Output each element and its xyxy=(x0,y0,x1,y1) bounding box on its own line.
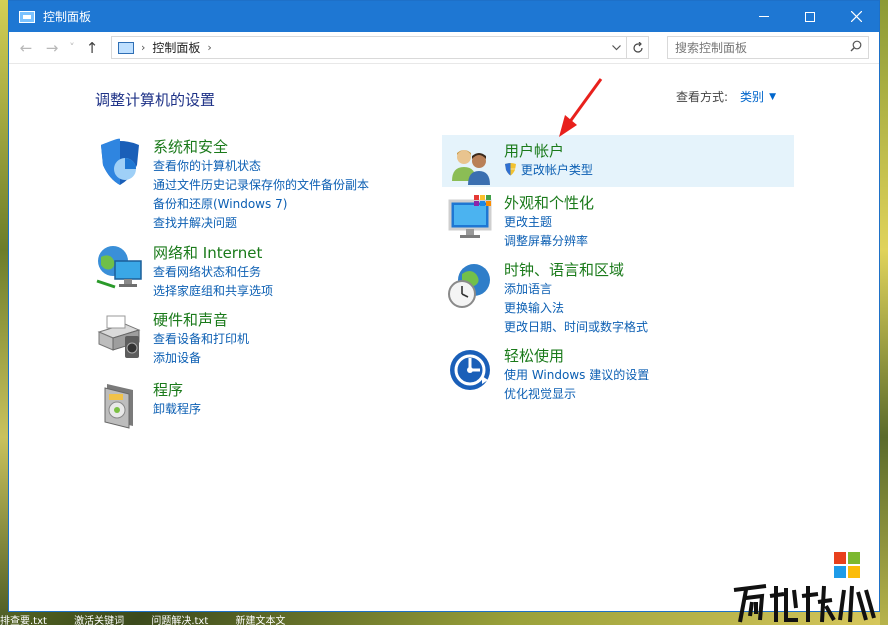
link-screen-resolution[interactable]: 调整屏幕分辨率 xyxy=(504,232,594,251)
category-title-hardware[interactable]: 硬件和声音 xyxy=(153,310,249,330)
up-button[interactable]: ↑ xyxy=(79,39,105,57)
ylmf-watermark-logo xyxy=(733,552,876,623)
control-panel-icon xyxy=(19,10,35,23)
search-icon[interactable] xyxy=(850,40,862,52)
refresh-icon xyxy=(632,41,643,53)
link-backup-restore[interactable]: 备份和还原(Windows 7) xyxy=(153,195,369,214)
view-by-control: 查看方式: 类别 ▼ xyxy=(676,88,776,105)
link-optimize-visual-display[interactable]: 优化视觉显示 xyxy=(504,385,649,404)
caret-down-icon[interactable]: ▼ xyxy=(769,92,776,102)
desktop-shortcut-label[interactable]: 激活关键词 xyxy=(74,616,124,625)
address-bar[interactable]: › 控制面板 › xyxy=(111,36,649,59)
link-troubleshoot[interactable]: 查找并解决问题 xyxy=(153,214,369,233)
category-title-network[interactable]: 网络和 Internet xyxy=(153,243,273,263)
category-appearance: 外观和个性化 更改主题 调整屏幕分辨率 xyxy=(446,193,594,251)
view-by-dropdown[interactable]: 类别 xyxy=(740,88,764,105)
category-ease-of-access: 轻松使用 使用 Windows 建议的设置 优化视觉显示 xyxy=(446,346,649,404)
category-title-system-security[interactable]: 系统和安全 xyxy=(153,137,369,157)
desktop-wallpaper-right xyxy=(880,0,888,625)
link-change-theme[interactable]: 更改主题 xyxy=(504,213,594,232)
link-file-history-backup[interactable]: 通过文件历史记录保存你的文件备份副本 xyxy=(153,176,369,195)
category-programs: 程序 卸载程序 xyxy=(95,380,201,430)
link-add-device[interactable]: 添加设备 xyxy=(153,349,249,368)
window-controls xyxy=(741,1,879,32)
maximize-button[interactable] xyxy=(787,1,833,32)
shield-icon[interactable] xyxy=(95,137,145,187)
control-panel-icon xyxy=(118,41,134,54)
category-title-appearance[interactable]: 外观和个性化 xyxy=(504,193,594,213)
link-date-time-format[interactable]: 更改日期、时间或数字格式 xyxy=(504,318,648,337)
programs-icon[interactable] xyxy=(95,380,145,430)
uac-shield-icon xyxy=(505,163,516,176)
desktop-shortcut-label[interactable]: 排查要.txt xyxy=(0,616,47,625)
category-network-internet: 网络和 Internet 查看网络状态和任务 选择家庭组和共享选项 xyxy=(95,243,273,301)
chevron-down-icon xyxy=(611,44,621,50)
category-system-security: 系统和安全 查看你的计算机状态 通过文件历史记录保存你的文件备份副本 备份和还原… xyxy=(95,137,369,233)
maximize-icon xyxy=(805,11,815,22)
category-title-user-accounts[interactable]: 用户帐户 xyxy=(504,141,593,161)
back-button[interactable]: ← xyxy=(13,39,39,57)
category-title-clock-language[interactable]: 时钟、语言和区域 xyxy=(504,260,648,280)
control-panel-window: 控制面板 ← → ˅ ↑ › 控制面板 › 搜索控制面板 调整计算机的设置 查看… xyxy=(8,0,880,612)
chevron-right-icon: › xyxy=(141,41,146,54)
ease-of-access-icon[interactable] xyxy=(446,346,496,396)
address-dropdown-button[interactable] xyxy=(606,37,626,58)
link-recommended-settings[interactable]: 使用 Windows 建议的设置 xyxy=(504,366,649,385)
view-by-label: 查看方式: xyxy=(676,90,729,104)
category-user-accounts: 用户帐户 更改帐户类型 xyxy=(446,141,593,191)
clock-globe-icon[interactable] xyxy=(446,260,496,310)
category-title-ease-of-access[interactable]: 轻松使用 xyxy=(504,346,649,366)
users-icon[interactable] xyxy=(446,141,496,191)
link-devices-printers[interactable]: 查看设备和打印机 xyxy=(153,330,249,349)
chevron-right-icon[interactable]: › xyxy=(207,41,211,54)
category-title-programs[interactable]: 程序 xyxy=(153,380,201,400)
desktop-wallpaper-left xyxy=(0,0,8,625)
address-actions xyxy=(606,37,648,58)
link-uninstall-program[interactable]: 卸载程序 xyxy=(153,400,201,419)
address-path[interactable]: 控制面板 xyxy=(152,39,200,56)
printer-icon[interactable] xyxy=(95,310,145,360)
minimize-button[interactable] xyxy=(741,1,787,32)
link-view-computer-status[interactable]: 查看你的计算机状态 xyxy=(153,157,369,176)
category-clock-language-region: 时钟、语言和区域 添加语言 更换输入法 更改日期、时间或数字格式 xyxy=(446,260,648,337)
desktop-shortcut-label[interactable]: 新建文本文 xyxy=(235,616,285,625)
link-change-account-type[interactable]: 更改帐户类型 xyxy=(504,161,593,180)
link-change-account-type-label[interactable]: 更改帐户类型 xyxy=(521,163,593,177)
link-network-status[interactable]: 查看网络状态和任务 xyxy=(153,263,273,282)
minimize-icon xyxy=(759,16,769,17)
page-heading: 调整计算机的设置 xyxy=(95,91,216,109)
annotation-arrow-icon xyxy=(559,78,603,137)
close-icon xyxy=(850,11,862,22)
forward-button[interactable]: → xyxy=(39,39,65,57)
category-hardware-sound: 硬件和声音 查看设备和打印机 添加设备 xyxy=(95,310,249,368)
window-title: 控制面板 xyxy=(43,10,92,24)
desktop-shortcut-label[interactable]: 问题解决.txt xyxy=(151,616,208,625)
recent-locations-dropdown[interactable]: ˅ xyxy=(65,41,79,54)
title-bar[interactable]: 控制面板 xyxy=(9,1,879,32)
close-button[interactable] xyxy=(833,1,879,32)
link-add-language[interactable]: 添加语言 xyxy=(504,280,648,299)
network-globe-icon[interactable] xyxy=(95,243,145,293)
display-personalize-icon[interactable] xyxy=(446,193,496,243)
refresh-button[interactable] xyxy=(626,37,648,58)
search-input[interactable]: 搜索控制面板 xyxy=(667,36,869,59)
link-change-input-method[interactable]: 更换输入法 xyxy=(504,299,648,318)
link-homegroup-sharing[interactable]: 选择家庭组和共享选项 xyxy=(153,282,273,301)
search-placeholder: 搜索控制面板 xyxy=(675,41,748,55)
